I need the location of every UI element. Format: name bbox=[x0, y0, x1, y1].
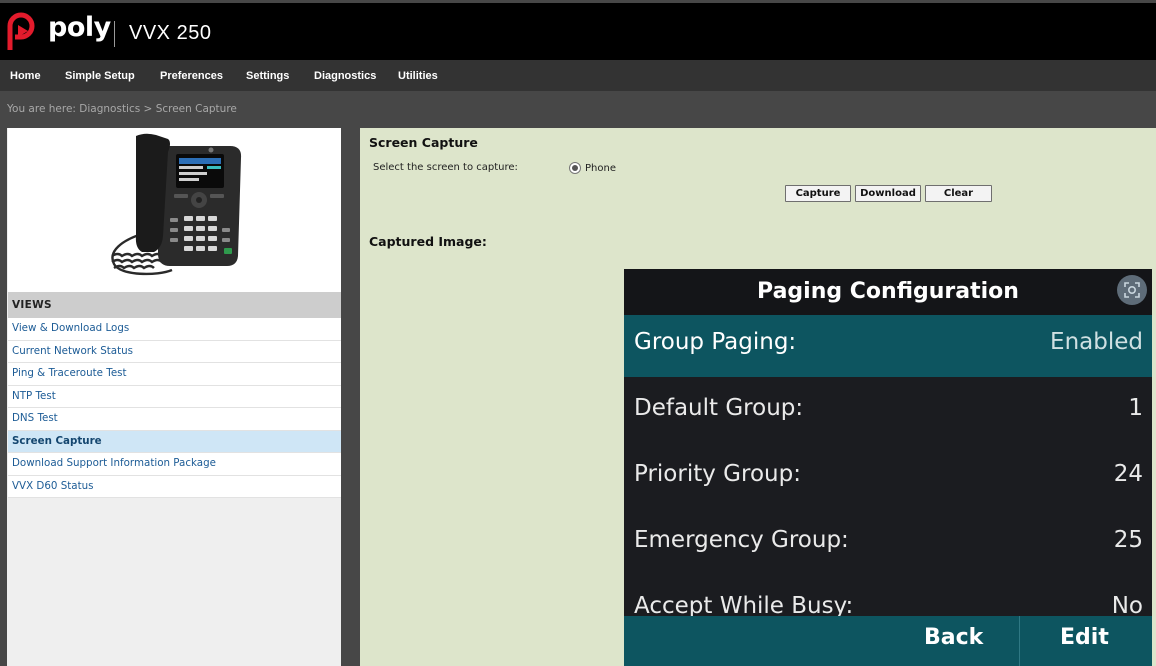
header-divider bbox=[114, 21, 115, 47]
capture-button[interactable]: Capture bbox=[785, 185, 851, 202]
setting-value: Enabled bbox=[1050, 329, 1143, 355]
left-panel: VIEWS View & Download Logs Current Netwo… bbox=[7, 128, 341, 666]
nav-simple-setup[interactable]: Simple Setup bbox=[65, 70, 135, 82]
views-header: VIEWS bbox=[8, 292, 341, 318]
setting-value: 1 bbox=[1128, 395, 1143, 421]
nav-preferences[interactable]: Preferences bbox=[160, 70, 223, 82]
setting-row-default-group[interactable]: Default Group: 1 bbox=[624, 381, 1152, 443]
setting-label: Default Group: bbox=[634, 395, 804, 421]
clear-button[interactable]: Clear bbox=[925, 185, 992, 202]
setting-row-group-paging[interactable]: Group Paging: Enabled bbox=[624, 315, 1152, 377]
phone-radio-label[interactable]: Phone bbox=[585, 163, 616, 174]
screen-capture-icon[interactable] bbox=[1117, 275, 1147, 305]
edit-softkey[interactable]: Edit bbox=[1060, 616, 1109, 666]
view-item-logs[interactable]: View & Download Logs bbox=[8, 318, 341, 341]
view-item-ntp-test[interactable]: NTP Test bbox=[8, 385, 341, 408]
breadcrumb: You are here: Diagnostics > Screen Captu… bbox=[7, 103, 237, 115]
captured-image-label: Captured Image: bbox=[369, 234, 487, 249]
setting-label: Priority Group: bbox=[634, 461, 801, 487]
page-title: Screen Capture bbox=[369, 135, 478, 150]
screenshot-title: Paging Configuration bbox=[624, 269, 1152, 315]
poly-logo-icon bbox=[7, 12, 35, 50]
setting-label: Emergency Group: bbox=[634, 527, 849, 553]
softkey-bar: Back Edit bbox=[624, 616, 1152, 666]
logo-text: poly bbox=[48, 12, 111, 43]
setting-value: 25 bbox=[1113, 527, 1143, 553]
setting-value: 24 bbox=[1113, 461, 1143, 487]
capture-frame-icon bbox=[1124, 282, 1140, 298]
device-model: VVX 250 bbox=[129, 22, 212, 44]
view-item-d60-status[interactable]: VVX D60 Status bbox=[8, 475, 341, 498]
view-item-network-status[interactable]: Current Network Status bbox=[8, 340, 341, 363]
nav-utilities[interactable]: Utilities bbox=[398, 70, 438, 82]
top-header: poly VVX 250 bbox=[0, 3, 1156, 60]
softkey-divider bbox=[1019, 616, 1020, 666]
view-item-ping-traceroute[interactable]: Ping & Traceroute Test bbox=[8, 363, 341, 386]
setting-row-emergency-group[interactable]: Emergency Group: 25 bbox=[624, 513, 1152, 575]
nav-diagnostics[interactable]: Diagnostics bbox=[314, 70, 376, 82]
captured-image: Paging Configuration Group Paging: Enabl… bbox=[624, 269, 1152, 666]
setting-label: Group Paging: bbox=[634, 329, 797, 355]
main-nav: Home Simple Setup Preferences Settings D… bbox=[0, 60, 1156, 91]
views-list: View & Download Logs Current Network Sta… bbox=[8, 318, 341, 498]
phone-radio[interactable] bbox=[569, 162, 581, 174]
setting-row-priority-group[interactable]: Priority Group: 24 bbox=[624, 447, 1152, 509]
view-item-screen-capture[interactable]: Screen Capture bbox=[8, 430, 341, 453]
view-item-support-package[interactable]: Download Support Information Package bbox=[8, 453, 341, 476]
back-softkey[interactable]: Back bbox=[924, 616, 983, 666]
nav-home[interactable]: Home bbox=[10, 70, 41, 82]
select-screen-label: Select the screen to capture: bbox=[373, 162, 518, 173]
desk-phone-image bbox=[111, 133, 242, 276]
download-button[interactable]: Download bbox=[855, 185, 921, 202]
view-item-dns-test[interactable]: DNS Test bbox=[8, 408, 341, 431]
nav-settings[interactable]: Settings bbox=[246, 70, 289, 82]
phone-image-box bbox=[8, 128, 341, 292]
